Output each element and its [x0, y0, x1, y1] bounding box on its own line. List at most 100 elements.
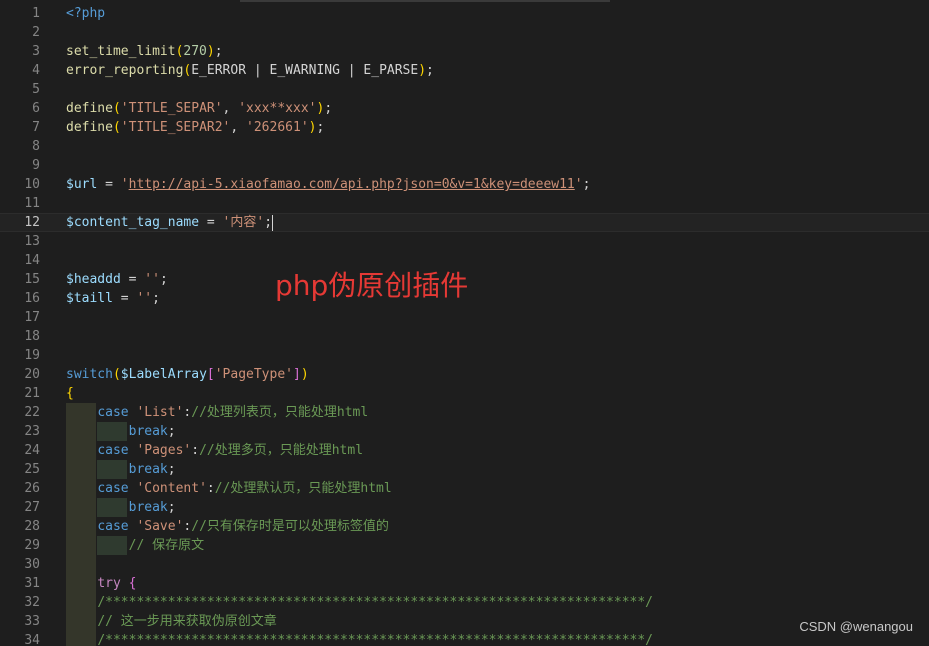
code-token: = [97, 177, 121, 192]
line-number: 11 [24, 196, 40, 211]
code-token: ; [324, 101, 333, 116]
code-line[interactable]: 2 [0, 23, 929, 42]
code-line[interactable]: 11 [0, 194, 929, 213]
code-token: ( [112, 367, 121, 382]
code-line[interactable]: 1 <?php [0, 4, 929, 23]
code-token: ; [152, 291, 160, 306]
top-scroll-shadow [240, 0, 610, 2]
code-token: ( [112, 101, 121, 116]
line-number: 12 [24, 215, 40, 230]
code-line[interactable]: 5 [0, 80, 929, 99]
watermark: CSDN @wenangou [799, 619, 913, 634]
code-line[interactable]: 10 $url = 'http://api-5.xiaofamao.com/api… [0, 175, 929, 194]
line-number: 7 [32, 120, 40, 135]
code-line[interactable]: 17 [0, 308, 929, 327]
code-token: define [66, 120, 113, 135]
code-line[interactable]: 3 set_time_limit(270); [0, 42, 929, 61]
line-code: switch($LabelArray['PageType']) [66, 365, 309, 384]
code-line[interactable]: 21 { [0, 384, 929, 403]
line-number: 27 [24, 500, 40, 515]
code-token: { [128, 576, 137, 591]
code-token: switch [66, 367, 113, 382]
code-token: case [97, 405, 129, 420]
code-line[interactable]: 19 [0, 346, 929, 365]
code-token: /***************************************… [97, 633, 654, 646]
line-number: 20 [24, 367, 40, 382]
code-token: ' [574, 177, 583, 192]
line-number: 21 [24, 386, 40, 401]
line-number: 1 [32, 6, 40, 21]
code-line[interactable]: 34 /************************************… [0, 631, 929, 646]
code-token: 'List' [136, 405, 184, 420]
code-token: 'Content' [136, 481, 207, 496]
overlay-title: php伪原创插件 [275, 269, 469, 302]
code-token: '' [144, 272, 160, 287]
code-token: ; [316, 120, 325, 135]
code-line[interactable]: 30 [0, 555, 929, 574]
code-token: 'PageType' [214, 367, 293, 382]
code-line[interactable]: 27 break; [0, 498, 929, 517]
line-number: 28 [24, 519, 40, 534]
code-token: //处理列表页，只能处理html [191, 405, 369, 420]
code-token: set_time_limit [66, 44, 176, 59]
code-line[interactable]: 25 break; [0, 460, 929, 479]
line-number: 9 [32, 158, 40, 173]
line-number: 3 [32, 44, 40, 59]
code-line[interactable]: 33 // 这一步用来获取伪原创文章 [0, 612, 929, 631]
code-token: //处理默认页，只能处理html [214, 481, 392, 496]
code-line[interactable]: 13 [0, 232, 929, 251]
line-code: <?php [66, 4, 105, 23]
code-line[interactable]: 32 /************************************… [0, 593, 929, 612]
line-number: 4 [32, 63, 40, 78]
code-token: ) [418, 63, 427, 78]
line-code: $headdd = ''; [66, 270, 168, 289]
code-line[interactable]: 24 case 'Pages'://处理多页，只能处理html [0, 441, 929, 460]
code-token: http://api-5.xiaofamao.com/api.php?json=… [128, 177, 575, 192]
line-code: // 保存原文 [66, 536, 204, 555]
line-code: case 'List'://处理列表页，只能处理html [66, 403, 368, 422]
code-line[interactable]: 18 [0, 327, 929, 346]
code-editor[interactable]: 1 <?php 2 3 set_time_limit(270); 4 error_repor… [0, 0, 929, 646]
code-line[interactable]: 22 case 'List'://处理列表页，只能处理html [0, 403, 929, 422]
code-token: [ [206, 367, 215, 382]
code-line[interactable]: 20 switch($LabelArray['PageType']) [0, 365, 929, 384]
code-token: ; [426, 63, 434, 78]
line-number: 26 [24, 481, 40, 496]
code-token: case [97, 481, 129, 496]
code-line[interactable]: 8 [0, 137, 929, 156]
line-code: break; [66, 422, 176, 441]
line-code: define('TITLE_SEPAR', 'xxx**xxx'); [66, 99, 332, 118]
code-token: $taill [66, 291, 113, 306]
code-line[interactable]: 31 try { [0, 574, 929, 593]
code-token: ; [582, 177, 591, 192]
code-line[interactable]: 4 error_reporting(E_ERROR | E_WARNING | E… [0, 61, 929, 80]
line-code: /***************************************… [66, 631, 653, 646]
line-number: 5 [32, 82, 40, 97]
code-token: ] [293, 367, 301, 382]
code-line[interactable]: 23 break; [0, 422, 929, 441]
code-line[interactable]: 29 // 保存原文 [0, 536, 929, 555]
line-code: case 'Save'://只有保存时是可以处理标签值的 [66, 517, 389, 536]
line-code: error_reporting(E_ERROR | E_WARNING | E_… [66, 61, 434, 80]
code-line[interactable]: 9 [0, 156, 929, 175]
code-token: ' [120, 177, 129, 192]
line-code: $content_tag_name = '内容'; [66, 214, 274, 231]
line-number: 29 [24, 538, 40, 553]
line-code: break; [66, 460, 176, 479]
line-number: 23 [24, 424, 40, 439]
code-line[interactable]: 12 $content_tag_name = '内容'; [0, 213, 929, 232]
code-line[interactable]: 6 define('TITLE_SEPAR', 'xxx**xxx'); [0, 99, 929, 118]
code-token: , [222, 101, 239, 116]
code-line[interactable]: 28 case 'Save'://只有保存时是可以处理标签值的 [0, 517, 929, 536]
line-code: // 这一步用来获取伪原创文章 [66, 612, 276, 631]
code-token: //处理多页，只能处理html [199, 443, 364, 458]
code-line[interactable]: 26 case 'Content'://处理默认页，只能处理html [0, 479, 929, 498]
code-line[interactable]: 7 define('TITLE_SEPAR2', '262661'); [0, 118, 929, 137]
code-token: = [120, 272, 145, 287]
